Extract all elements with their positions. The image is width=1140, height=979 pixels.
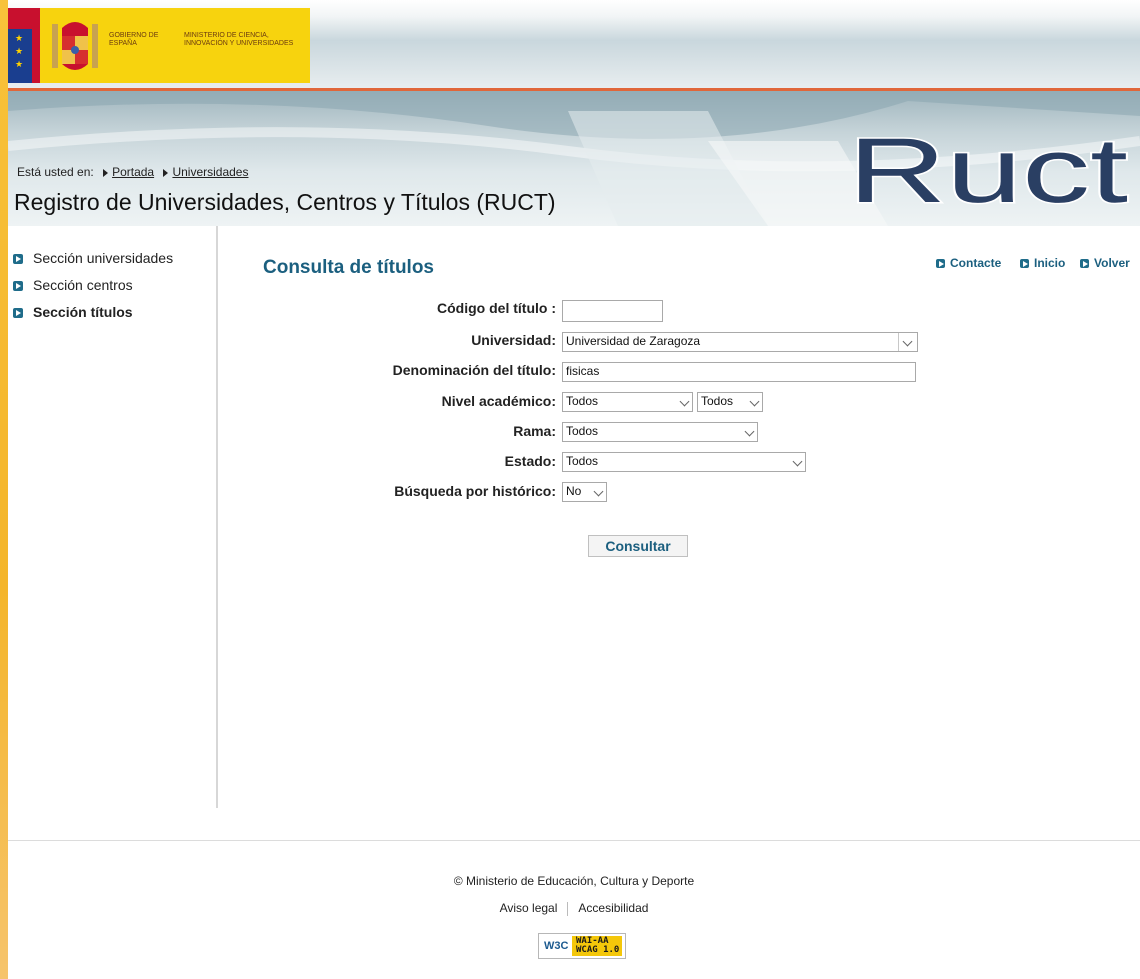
ruct-logo-text: Ruct [848,120,1128,222]
title-name-label: Denominación del título: [392,362,556,378]
history-search-label: Búsqueda por histórico: [394,483,556,499]
code-input[interactable] [562,300,663,322]
sidebar: Sección universidades Sección centros Se… [8,226,218,808]
history-search-select[interactable]: No [562,482,607,502]
accessibility-link[interactable]: Accesibilidad [578,901,648,915]
state-label: Estado: [504,453,556,469]
chevron-down-icon [679,396,690,407]
dropdown-button[interactable] [898,333,917,351]
ministry-name: MINISTERIO DE CIENCIA, INNOVACIÓN Y UNIV… [184,32,294,47]
breadcrumb-link-universidades[interactable]: Universidades [172,165,248,179]
star-icon: ★ [15,33,24,43]
wai-aa-badge[interactable]: W3C WAI-AA WCAG 1.0 [538,933,626,959]
arrow-bullet-icon [936,259,945,268]
chevron-down-icon [593,486,604,497]
sidebar-item-label: Sección centros [33,277,133,293]
breadcrumb-link-portada[interactable]: Portada [112,165,154,179]
state-select-value: Todos [566,454,599,468]
academic-level-select-value: Todos [566,394,599,408]
arrow-bullet-icon [1020,259,1029,268]
title-name-input[interactable]: fisicas [562,362,916,382]
link-separator [567,901,569,916]
footer-links: Aviso legal Accesibilidad [0,901,1140,916]
breadcrumb: Está usted en: Portada Universidades [17,165,248,179]
back-link[interactable]: Volver [1080,256,1130,270]
legal-notice-link[interactable]: Aviso legal [500,901,558,915]
consultar-button[interactable]: Consultar [588,535,688,557]
sidebar-item-label: Sección universidades [33,250,174,266]
academic-sublevel-select[interactable]: Todos [697,392,763,412]
page-title: Registro de Universidades, Centros y Tít… [14,189,556,215]
w3c-logo: W3C [544,940,569,952]
back-link-label: Volver [1094,256,1130,270]
home-link-label: Inicio [1034,256,1066,270]
contact-link-label: Contacte [950,256,1002,270]
academic-sublevel-select-value: Todos [701,394,734,408]
arrow-bullet-icon [13,308,23,318]
chevron-down-icon [902,336,913,347]
arrow-bullet-icon [1080,259,1089,268]
star-icon: ★ [15,59,24,69]
footer-divider [8,840,1140,841]
sidebar-item-centros[interactable]: Sección centros [13,277,133,293]
branch-label: Rama: [513,423,556,439]
sidebar-item-titulos[interactable]: Sección títulos [13,304,133,320]
branch-select-value: Todos [566,424,599,438]
chevron-down-icon [744,426,755,437]
academic-level-select[interactable]: Todos [562,392,693,412]
government-banner[interactable]: ★ ★ ★ GOBIERNO DE ESPAÑA MINISTERIO DE C… [8,8,310,83]
flag-stripe [32,8,40,83]
university-select-value: Universidad de Zaragoza [566,334,701,348]
arrow-right-icon [103,168,109,177]
copyright-text: © Ministerio de Educación, Cultura y Dep… [453,874,695,888]
sidebar-item-label: Sección títulos [33,304,133,320]
state-select[interactable]: Todos [562,452,806,472]
branch-select[interactable]: Todos [562,422,758,442]
university-label: Universidad: [471,332,556,348]
arrow-right-icon [163,168,169,177]
eu-spain-flag-icon: ★ ★ ★ [8,8,32,83]
breadcrumb-prefix: Está usted en: [17,165,94,179]
history-search-select-value: No [566,484,582,498]
arrow-bullet-icon [13,254,23,264]
university-select[interactable]: Universidad de Zaragoza [562,332,918,352]
chevron-down-icon [749,396,760,407]
wcag-version: WCAG 1.0 [576,945,620,955]
wai-label-box: WAI-AA WCAG 1.0 [572,936,622,956]
coat-of-arms-icon [52,22,98,70]
left-accent-strip [0,0,8,979]
section-heading: Consulta de títulos [263,257,434,278]
arrow-bullet-icon [13,281,23,291]
government-name: GOBIERNO DE ESPAÑA [109,32,159,47]
sidebar-item-universidades[interactable]: Sección universidades [13,250,173,266]
chevron-down-icon [792,456,803,467]
star-icon: ★ [15,46,24,56]
home-link[interactable]: Inicio [1020,256,1065,270]
academic-level-label: Nivel académico: [441,393,556,409]
code-label: Código del título : [437,300,556,316]
ruct-logo[interactable]: Ruct [820,108,1140,226]
contact-link[interactable]: Contacte [936,256,1001,270]
